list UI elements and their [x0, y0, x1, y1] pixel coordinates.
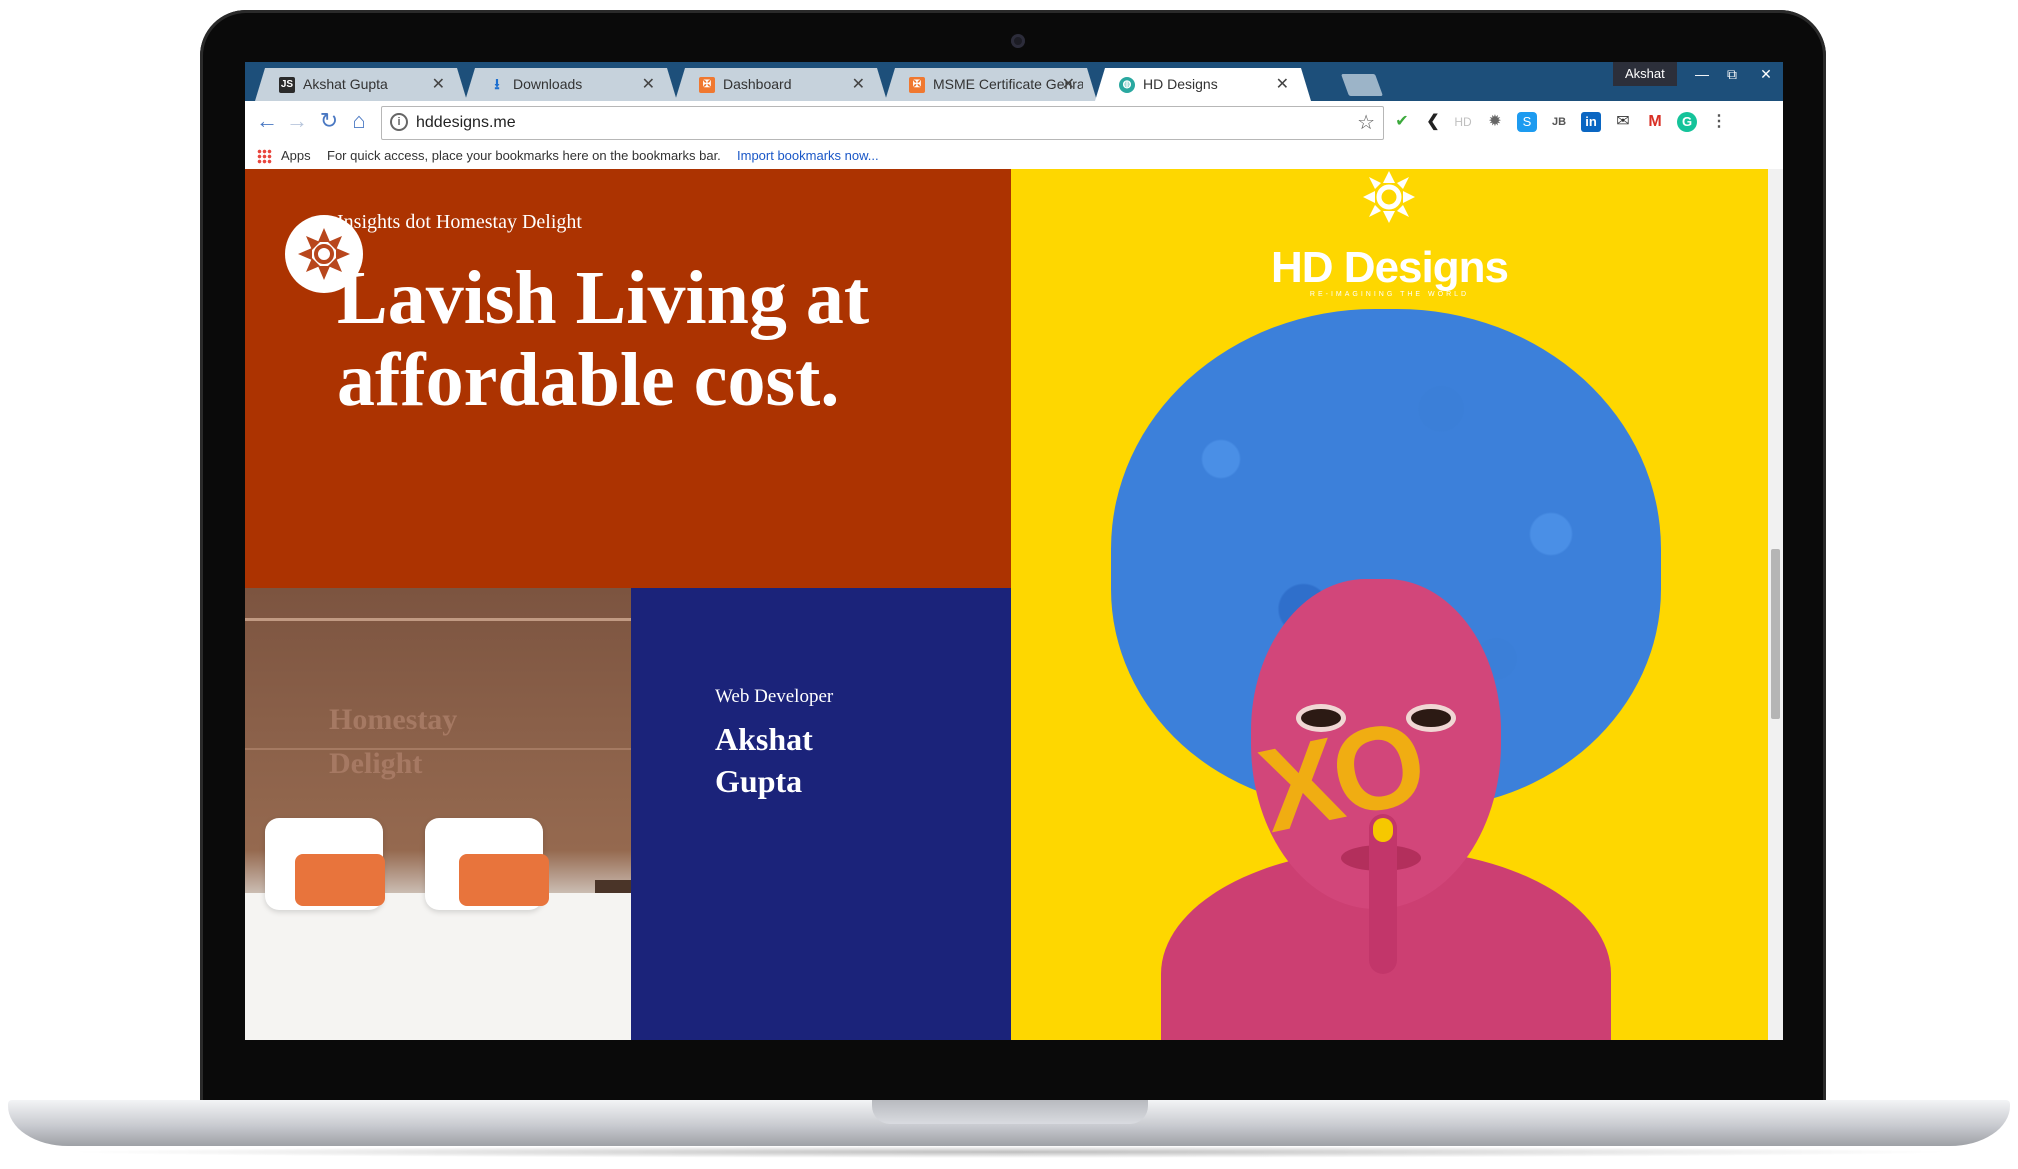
scrollbar-thumb[interactable] [1771, 549, 1780, 719]
address-bar[interactable]: i hddesigns.me ☆ [381, 106, 1384, 140]
minimize-button[interactable]: — [1687, 62, 1717, 86]
bed-overlay-text: Homestay Delight [329, 698, 457, 786]
laptop-notch [872, 1100, 1148, 1124]
reload-icon[interactable]: ↻ [315, 107, 343, 135]
skype-icon[interactable]: S [1517, 112, 1537, 132]
xampp-icon: ✠ [909, 77, 925, 93]
homestay-image[interactable]: Homestay Delight [245, 588, 631, 1040]
headboard-line [245, 618, 631, 621]
eye [1411, 709, 1451, 727]
window-close-button[interactable]: ✕ [1751, 62, 1781, 86]
js-icon: JS [279, 77, 295, 93]
tab-label: Akshat Gupta [303, 76, 388, 92]
forward-icon[interactable]: → [283, 107, 311, 135]
hd-icon: ◍ [1119, 77, 1135, 93]
linkedin-icon[interactable]: in [1581, 112, 1601, 132]
page-scrollbar[interactable] [1768, 169, 1783, 1040]
name-line: Akshat [715, 721, 813, 757]
brand-tagline: RE-IMAGINING THE WORLD [1309, 291, 1470, 298]
close-icon[interactable]: ✕ [432, 68, 445, 101]
bookmarks-hint: For quick access, place your bookmarks h… [327, 148, 721, 163]
xampp-icon: ✠ [699, 77, 715, 93]
tab-akshat-gupta[interactable]: JS Akshat Gupta ✕ [255, 68, 467, 101]
webcam [1011, 34, 1025, 48]
grammarly-icon[interactable]: G [1677, 112, 1697, 132]
download-icon: ⭳ [494, 76, 500, 93]
profile-role: Web Developer [715, 686, 834, 707]
name-line: Gupta [715, 763, 803, 799]
profile-panel[interactable]: Web Developer Akshat Gupta [631, 588, 1011, 1040]
url-text: hddesigns.me [416, 114, 516, 131]
hero-eyebrow: Insights dot Homestay Delight [337, 211, 582, 233]
tab-downloads[interactable]: ⭳ Downloads ✕ [465, 68, 677, 101]
close-icon[interactable]: ✕ [852, 68, 865, 101]
check-icon[interactable]: ✔ [1392, 112, 1412, 132]
gmail-icon[interactable]: M [1645, 112, 1665, 132]
overlay-line: Delight [329, 747, 423, 780]
cushion [295, 854, 385, 906]
tab-dashboard[interactable]: ✠ Dashboard ✕ [675, 68, 887, 101]
menu-dots-icon[interactable]: ⋮ [1709, 112, 1729, 132]
bookmarks-bar: Apps For quick access, place your bookma… [245, 143, 1783, 170]
close-icon[interactable]: ✕ [642, 68, 655, 101]
tab-label: HD Designs [1143, 76, 1218, 92]
new-tab-button[interactable] [1340, 74, 1384, 96]
tab-hd-designs[interactable]: ◍ HD Designs ✕ [1095, 68, 1311, 101]
overlay-line: Homestay [329, 703, 458, 736]
close-icon[interactable]: ✕ [1062, 68, 1075, 101]
back-icon[interactable]: ← [253, 107, 281, 135]
laptop-shadow [60, 1146, 1960, 1158]
close-icon[interactable]: ✕ [1276, 68, 1289, 101]
bed [245, 893, 631, 1040]
star-icon[interactable]: ☆ [1357, 107, 1375, 139]
mail-icon[interactable]: ✉ [1613, 112, 1633, 132]
yellow-nail [1373, 818, 1393, 842]
restore-button[interactable]: ⧉ [1717, 62, 1747, 86]
page-viewport: Insights dot Homestay Delight Lavish Liv… [245, 169, 1768, 1040]
info-icon[interactable]: i [390, 113, 408, 131]
chevron-left-icon[interactable]: ❮ [1423, 112, 1443, 132]
cushion [459, 854, 549, 906]
apps-grid-icon[interactable] [257, 149, 272, 164]
profile-name: Akshat Gupta [715, 718, 915, 802]
tab-strip: JS Akshat Gupta ✕ ⭳ Downloads ✕ ✠ Dashbo… [245, 62, 1783, 101]
browser-window: JS Akshat Gupta ✕ ⭳ Downloads ✕ ✠ Dashbo… [245, 62, 1783, 1040]
tab-msme-certificate[interactable]: ✠ MSME Certificate Genrat ✕ [885, 68, 1097, 101]
gear-extension-icon[interactable]: ✹ [1485, 112, 1505, 132]
home-icon[interactable]: ⌂ [345, 107, 373, 135]
hd-extension-icon[interactable]: HD [1453, 112, 1473, 132]
tab-label: Downloads [513, 76, 583, 92]
tab-label: Dashboard [723, 76, 792, 92]
hero-panel: Insights dot Homestay Delight Lavish Liv… [245, 169, 1011, 588]
hd-logo-mark-icon [1363, 171, 1415, 223]
hero-headline: Lavish Living at affordable cost. [337, 256, 870, 422]
brand-panel: HD Designs RE-IMAGINING THE WORLD XO [1011, 169, 1768, 1040]
apps-link[interactable]: Apps [281, 148, 311, 163]
profile-button[interactable]: Akshat [1613, 62, 1677, 86]
jb-icon[interactable]: JB [1549, 112, 1569, 132]
tab-label: MSME Certificate Genrat [933, 76, 1083, 92]
brand-name: HD Designs [1271, 243, 1509, 292]
browser-toolbar: ← → ↻ ⌂ i hddesigns.me ☆ ✔ ❮ HD ✹ S JB i… [245, 101, 1783, 143]
import-bookmarks-link[interactable]: Import bookmarks now... [737, 148, 879, 163]
